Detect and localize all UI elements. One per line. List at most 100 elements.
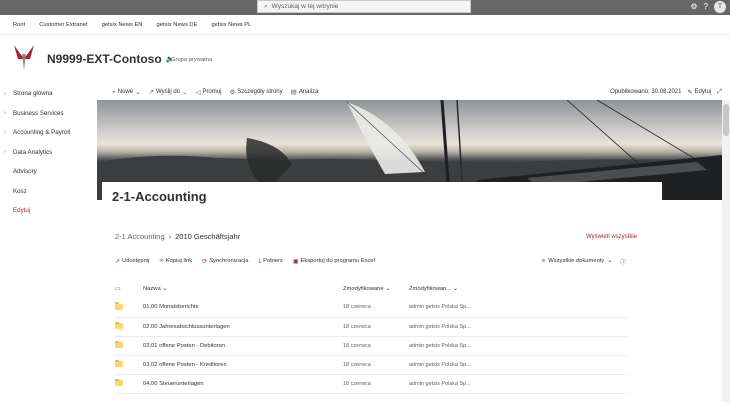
folder-icon bbox=[115, 340, 123, 349]
export-label: Eksportuj do programu Excel bbox=[300, 258, 375, 264]
info-icon[interactable]: ⓘ bbox=[620, 257, 626, 266]
modified-date: 18 czerwca bbox=[343, 336, 409, 356]
hubnav-item-news-pl[interactable]: getsix News PL bbox=[211, 22, 251, 28]
expand-icon[interactable]: ⤢ bbox=[717, 89, 722, 96]
search-input[interactable]: Wyszukaj w tej witrynie bbox=[272, 3, 339, 10]
hubnav-item-customer-extranet[interactable]: Customer Extranet bbox=[39, 22, 87, 28]
view-selector[interactable]: ≡ Wszystkie dokumenty ⌄ bbox=[542, 258, 612, 264]
table-row[interactable]: 01.00 Monatsberichte 18 czerwca admin ge… bbox=[115, 298, 627, 318]
avatar[interactable]: T bbox=[714, 1, 726, 13]
page-scrollbar[interactable] bbox=[722, 100, 730, 402]
document-list: ▭ Nazwa ⌄ Zmodyfikowane ⌄ Zmodyfikowan..… bbox=[115, 280, 627, 394]
site-title[interactable]: N9999-EXT-Contoso 🔈 bbox=[47, 52, 174, 66]
link-icon: ∞ bbox=[159, 258, 164, 264]
published-status: Opublikowano: 30.08.2021 bbox=[610, 89, 682, 95]
chart-icon: ▤ bbox=[290, 89, 297, 96]
site-title-text: N9999-EXT-Contoso bbox=[47, 52, 162, 66]
table-row[interactable]: 02.00 Jahresabschlussunterlagen 18 czerw… bbox=[115, 317, 627, 337]
copy-link-button[interactable]: ∞ Kopiuj link bbox=[159, 258, 192, 264]
sync-button[interactable]: ⟳ Synchronizacja bbox=[202, 258, 248, 265]
site-header: N9999-EXT-Contoso 🔈 Grupa prywatna bbox=[0, 36, 730, 82]
left-navigation: › Strona główna › Business Services › Accou… bbox=[0, 84, 97, 402]
gear-icon: ⚙ bbox=[229, 89, 236, 96]
hubnav-item-news-de[interactable]: getsix News DE bbox=[157, 22, 198, 28]
hubnav-item-news-en[interactable]: getsix News EN bbox=[102, 22, 143, 28]
folder-name[interactable]: 01.00 Monatsberichte bbox=[143, 298, 343, 318]
download-label: Pobierz bbox=[263, 258, 283, 264]
new-button[interactable]: + Nowe ⌄ bbox=[112, 88, 141, 97]
megaphone-icon: ◁ bbox=[195, 89, 201, 96]
download-button[interactable]: ⤓ Pobierz bbox=[259, 258, 283, 265]
help-icon[interactable]: ? bbox=[704, 1, 708, 13]
edit-label: Edytuj bbox=[694, 88, 712, 95]
breadcrumb-root[interactable]: 2-1 Accounting bbox=[115, 232, 165, 241]
chevron-down-icon: ⌄ bbox=[452, 286, 458, 292]
export-excel-button[interactable]: ▣ Eksportuj do programu Excel bbox=[293, 258, 375, 265]
nav-item-data-analytics[interactable]: › Data Analytics bbox=[0, 143, 97, 163]
sync-icon: ⟳ bbox=[202, 258, 208, 265]
nav-item-accounting-payroll[interactable]: › Accounting & Payroll bbox=[0, 123, 97, 143]
nav-item-home[interactable]: › Strona główna bbox=[0, 84, 97, 104]
chevron-down-icon: ⌄ bbox=[162, 286, 168, 292]
settings-icon[interactable]: ⚙ bbox=[690, 1, 697, 13]
nav-item-label: Edytuj bbox=[13, 207, 31, 215]
column-header-name[interactable]: Nazwa ⌄ bbox=[143, 280, 343, 298]
chevron-down-icon: ⌄ bbox=[182, 89, 188, 96]
modified-date: 18 czerwca bbox=[343, 317, 409, 337]
copy-link-label: Kopiuj link bbox=[165, 258, 193, 264]
folder-name[interactable]: 04.00 Steuerunterlagen bbox=[143, 374, 343, 394]
folder-name[interactable]: 03.01 offene Posten - Debitoren bbox=[143, 336, 343, 356]
excel-icon: ▣ bbox=[292, 258, 299, 265]
new-label: Nowe bbox=[117, 89, 134, 95]
nav-item-label: Accounting & Payroll bbox=[13, 129, 71, 137]
send-to-button[interactable]: ↗ Wyślij do ⌄ bbox=[149, 88, 188, 96]
page-details-button[interactable]: ⚙ Szczegóły strony bbox=[229, 88, 282, 96]
modified-by: admin getsix Polska Sp... bbox=[409, 298, 627, 318]
chevron-down-icon: ⌄ bbox=[385, 286, 391, 292]
breadcrumb: 2-1 Accounting › 2010 Geschäftsjahr bbox=[115, 232, 240, 241]
site-logo[interactable] bbox=[11, 42, 37, 72]
table-row[interactable]: 03.02 offene Posten - Kreditoren 18 czer… bbox=[115, 355, 627, 375]
folder-icon bbox=[115, 359, 123, 368]
chevron-right-icon[interactable]: › bbox=[4, 149, 6, 155]
chevron-down-icon: ⌄ bbox=[135, 89, 141, 96]
send-label: Wyślij do bbox=[156, 89, 180, 95]
file-type-header: ▭ bbox=[115, 280, 143, 298]
promote-button[interactable]: ◁ Promuj bbox=[195, 88, 221, 96]
hubnav-item-root[interactable]: Root bbox=[13, 22, 25, 28]
nav-item-label: Kosz bbox=[13, 187, 27, 195]
share-icon: ↗ bbox=[115, 258, 121, 265]
search-box[interactable]: ⌕ Wyszukaj w tej witrynie bbox=[257, 0, 471, 13]
analytics-button[interactable]: ▤ Analiza bbox=[291, 88, 319, 96]
folder-name[interactable]: 03.02 offene Posten - Kreditoren bbox=[143, 355, 343, 375]
breadcrumb-current: 2010 Geschäftsjahr bbox=[175, 232, 241, 241]
share-button[interactable]: ↗ Udostępnij bbox=[115, 258, 149, 265]
send-icon: ↗ bbox=[148, 89, 155, 96]
nav-item-recycle-bin[interactable]: Kosz bbox=[0, 182, 97, 202]
column-header-modified[interactable]: Zmodyfikowane ⌄ bbox=[343, 280, 409, 298]
chevron-right-icon[interactable]: › bbox=[4, 110, 6, 116]
list-icon: ≡ bbox=[541, 258, 546, 264]
folder-name[interactable]: 02.00 Jahresabschlussunterlagen bbox=[143, 317, 343, 337]
library-view-controls: ≡ Wszystkie dokumenty ⌄ ⓘ bbox=[542, 254, 626, 268]
page-details-label: Szczegóły strony bbox=[237, 89, 283, 95]
nav-item-business-services[interactable]: › Business Services bbox=[0, 104, 97, 124]
folder-icon bbox=[115, 378, 123, 387]
search-icon: ⌕ bbox=[264, 2, 268, 10]
sync-label: Synchronizacja bbox=[209, 258, 249, 264]
chevron-right-icon[interactable]: › bbox=[4, 91, 6, 97]
table-row[interactable]: 03.01 offene Posten - Debitoren 18 czerw… bbox=[115, 336, 627, 356]
view-all-link[interactable]: Wyświetl wszystkie bbox=[586, 234, 637, 240]
nav-edit-link[interactable]: Edytuj bbox=[0, 201, 97, 221]
breadcrumb-separator-icon: › bbox=[168, 232, 172, 241]
column-header-modified-by[interactable]: Zmodyfikowan... ⌄ bbox=[409, 280, 627, 298]
table-row[interactable]: 04.00 Steuerunterlagen 18 czerwca admin … bbox=[115, 374, 627, 394]
modified-by: admin getsix Polska Sp... bbox=[409, 317, 627, 337]
scrollbar-thumb[interactable] bbox=[723, 104, 729, 136]
group-label: Grupa prywatna bbox=[171, 57, 213, 63]
edit-page-button[interactable]: ✎ Edytuj bbox=[687, 89, 711, 96]
chevron-right-icon[interactable]: › bbox=[4, 130, 6, 136]
modified-by: admin getsix Polska Sp... bbox=[409, 336, 627, 356]
nav-item-advisory[interactable]: Advisory bbox=[0, 162, 97, 182]
nav-item-label: Business Services bbox=[13, 109, 64, 117]
